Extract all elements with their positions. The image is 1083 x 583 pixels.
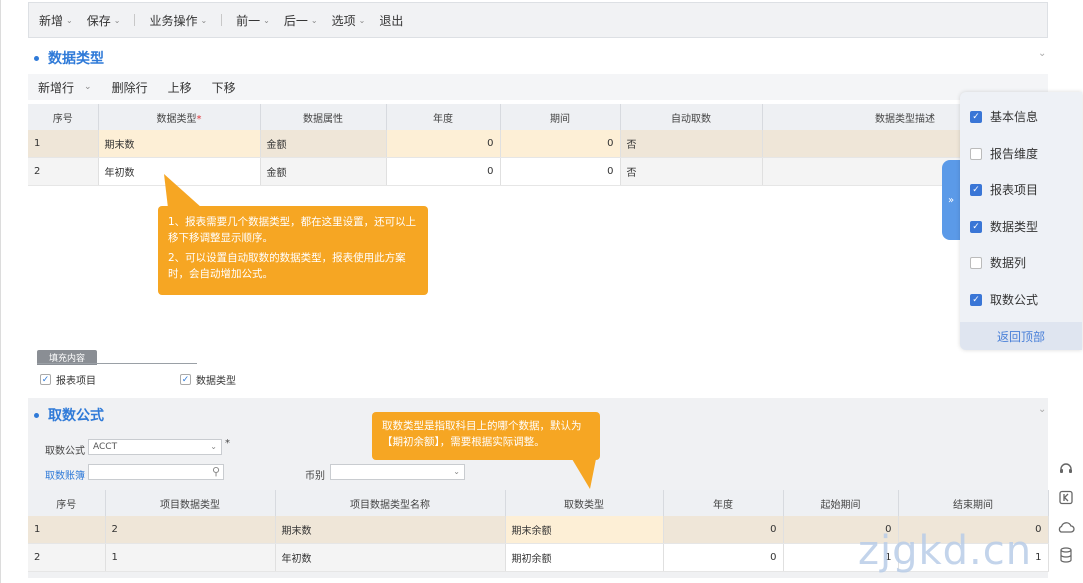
help-callout: 1、报表需要几个数据类型，都在这里设置，还可以上移下移调整显示顺序。 2、可以设… (158, 206, 428, 295)
chevron-down-icon: ⌄ (200, 15, 208, 25)
chevron-down-icon[interactable]: ⌄ (84, 82, 92, 92)
checkmark-icon: ✓ (970, 293, 982, 306)
col-data-attr: 数据属性 (260, 104, 387, 130)
nav-report-dimension[interactable]: 报告维度 (970, 145, 1038, 162)
required-marker: * (225, 438, 230, 449)
callout-pointer (164, 174, 202, 208)
options-button[interactable]: 选项 ⌄ (332, 12, 366, 29)
ledger-link[interactable]: 取数账簿 (45, 467, 85, 482)
chevron-down-icon: ⌄ (310, 15, 318, 25)
ledger-search-input[interactable]: ⚲ (88, 464, 224, 480)
previous-button[interactable]: 前一 ⌄ (236, 12, 270, 29)
move-down-button[interactable]: 下移 (212, 79, 236, 96)
data-type-sub-toolbar: 新增行 ⌄ 删除行 上移 下移 (28, 74, 1048, 100)
col-year: 年度 (386, 104, 501, 130)
currency-label: 币别 (305, 471, 325, 482)
left-border (0, 0, 1, 583)
chevron-down-icon: ⌄ (358, 15, 366, 25)
col-period: 期间 (500, 104, 621, 130)
panel-collapse-tab[interactable]: » (942, 160, 960, 240)
divider (37, 363, 197, 364)
nav-data-column[interactable]: 数据列 (970, 254, 1026, 271)
toolbar-separator (221, 14, 223, 26)
fill-report-item-checkbox[interactable]: ✓ 报表项目 (40, 372, 96, 387)
app-window: 新增 ⌄ 保存 ⌄ 业务操作 ⌄ 前一 ⌄ 后一 ⌄ 选项 ⌄ 退出 数据类型 ⌄ 新增行 … (0, 0, 1083, 583)
chevron-down-icon: ⌄ (113, 15, 121, 25)
fetch-type-callout: 取数类型是指取科目上的哪个数据，默认为【期初余额】，需要根据实际调整。 (372, 412, 600, 460)
formula-label: 取数公式 (45, 446, 85, 457)
bullet-icon (34, 55, 39, 61)
nav-data-type[interactable]: ✓ 数据类型 (970, 218, 1038, 235)
next-button[interactable]: 后一 ⌄ (284, 12, 318, 29)
formula-select[interactable]: ACCT ⌄ (88, 439, 222, 455)
business-ops-button[interactable]: 业务操作 ⌄ (149, 12, 207, 29)
checkmark-icon: ✓ (180, 374, 191, 385)
checkbox-empty-icon (970, 256, 982, 269)
watermark: zjgkd.cn (858, 528, 1033, 574)
new-button[interactable]: 新增 ⌄ (39, 12, 73, 29)
data-type-section-title: 数据类型 (34, 48, 104, 68)
database-icon[interactable] (1056, 545, 1076, 565)
data-type-cell[interactable]: 期末数 (98, 130, 261, 158)
move-up-button[interactable]: 上移 (168, 79, 192, 96)
nav-fetch-formula[interactable]: ✓ 取数公式 (970, 291, 1038, 308)
fetch-type-cell[interactable]: 期初余额 (505, 543, 664, 572)
exit-button[interactable]: 退出 (379, 12, 403, 29)
bullet-icon (34, 412, 39, 418)
checkmark-icon: ✓ (970, 183, 982, 196)
table-header-row: 序号 数据类型* 数据属性 年度 期间 自动取数 数据类型描述 (28, 104, 1049, 130)
search-icon[interactable]: ⚲ (212, 465, 220, 478)
toolbar-separator (134, 14, 136, 26)
table-header-row: 序号 项目数据类型 项目数据类型名称 取数类型 年度 起始期间 结束期间 (28, 490, 1049, 516)
nav-report-items[interactable]: ✓ 报表项目 (970, 181, 1038, 198)
col-seq: 序号 (28, 104, 99, 130)
chevron-down-icon: ⌄ (66, 15, 73, 25)
chevron-down-icon: ⌄ (210, 442, 217, 451)
table-row[interactable]: 1 期末数 金额 0 0 否 (28, 130, 1049, 158)
main-toolbar: 新增 ⌄ 保存 ⌄ 业务操作 ⌄ 前一 ⌄ 后一 ⌄ 选项 ⌄ 退出 (28, 2, 1048, 38)
fill-data-type-checkbox[interactable]: ✓ 数据类型 (180, 372, 236, 387)
chevron-down-icon: ⌄ (263, 15, 270, 25)
delete-row-button[interactable]: 删除行 (112, 79, 148, 96)
headset-icon[interactable] (1056, 458, 1076, 478)
chevron-down-icon: ⌄ (453, 467, 460, 476)
callout-pointer (572, 459, 596, 489)
save-button[interactable]: 保存 ⌄ (87, 12, 121, 29)
col-auto-fetch: 自动取数 (620, 104, 763, 130)
collapse-chevron-icon[interactable]: ⌄ (1038, 404, 1046, 415)
section-nav-panel: ✓ 基本信息 报告维度 ✓ 报表项目 ✓ 数据类型 数据列 ✓ 取数公式 返回顶部 (960, 92, 1082, 350)
checkmark-icon: ✓ (970, 220, 982, 233)
formula-section-title: 取数公式 (34, 405, 104, 425)
fetch-type-cell[interactable]: 期末余额 (505, 516, 664, 544)
nav-basic-info[interactable]: ✓ 基本信息 (970, 108, 1038, 125)
checkmark-icon: ✓ (970, 110, 982, 123)
add-row-button[interactable]: 新增行 (38, 79, 74, 96)
checkmark-icon: ✓ (40, 374, 51, 385)
cloud-icon[interactable] (1056, 517, 1076, 537)
required-marker: * (196, 113, 202, 125)
back-to-top-button[interactable]: 返回顶部 (960, 322, 1082, 350)
k-icon[interactable] (1056, 488, 1076, 508)
collapse-chevron-icon[interactable]: ⌄ (1038, 48, 1046, 59)
checkbox-empty-icon (970, 147, 982, 160)
col-data-type: 数据类型* (98, 104, 261, 130)
currency-select[interactable]: ⌄ (330, 464, 465, 480)
